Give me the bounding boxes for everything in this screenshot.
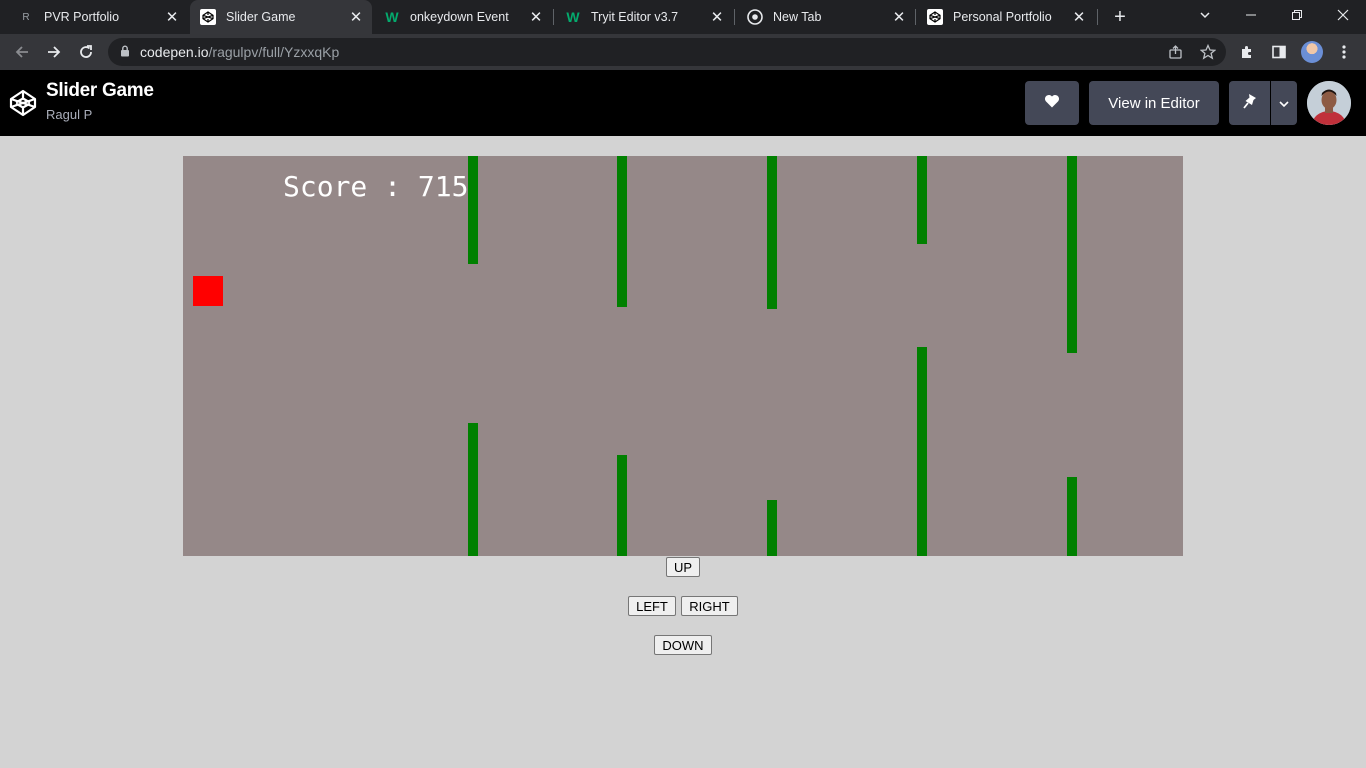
obstacle-pipe-bottom bbox=[917, 347, 927, 556]
share-icon[interactable] bbox=[1166, 42, 1186, 62]
tab-tryit-editor[interactable]: W Tryit Editor v3.7 ✕ bbox=[555, 0, 733, 34]
tab-pvr-portfolio[interactable]: R PVR Portfolio ✕ bbox=[8, 0, 188, 34]
codepen-favicon-icon bbox=[927, 9, 943, 25]
close-tab-icon[interactable]: ✕ bbox=[709, 9, 725, 26]
tab-separator bbox=[734, 9, 735, 25]
pin-icon bbox=[1242, 93, 1257, 113]
generic-favicon-icon: R bbox=[22, 11, 30, 23]
restore-icon[interactable] bbox=[1274, 0, 1320, 30]
tab-slider-game[interactable]: Slider Game ✕ bbox=[190, 0, 372, 34]
right-button[interactable]: RIGHT bbox=[681, 596, 738, 616]
obstacle-pipe-top bbox=[1067, 156, 1077, 353]
close-tab-icon[interactable]: ✕ bbox=[1071, 9, 1087, 26]
obstacle-pipe-bottom bbox=[767, 500, 777, 556]
heart-icon bbox=[1044, 94, 1060, 112]
pen-author[interactable]: Ragul P bbox=[46, 107, 92, 122]
player-block bbox=[193, 276, 223, 306]
tab-new-tab[interactable]: New Tab ✕ bbox=[737, 0, 915, 34]
obstacle-pipe-top bbox=[617, 156, 627, 307]
close-tab-icon[interactable]: ✕ bbox=[164, 9, 180, 26]
close-window-icon[interactable] bbox=[1320, 0, 1366, 30]
codepen-favicon-icon bbox=[200, 9, 216, 25]
close-tab-icon[interactable]: ✕ bbox=[528, 9, 544, 26]
obstacle-pipe-top bbox=[468, 156, 478, 264]
pin-button[interactable] bbox=[1229, 81, 1270, 125]
tab-title: onkeydown Event bbox=[410, 10, 509, 24]
obstacle-pipe-bottom bbox=[617, 455, 627, 556]
side-panel-icon[interactable] bbox=[1268, 41, 1290, 63]
reload-icon[interactable] bbox=[72, 38, 100, 66]
tab-onkeydown-event[interactable]: W onkeydown Event ✕ bbox=[374, 0, 552, 34]
back-icon[interactable] bbox=[8, 38, 36, 66]
tab-search-icon[interactable] bbox=[1182, 0, 1228, 30]
tab-title: Slider Game bbox=[226, 10, 296, 24]
pin-dropdown-button[interactable] bbox=[1271, 81, 1297, 125]
obstacle-pipe-top bbox=[917, 156, 927, 244]
obstacle-pipe-bottom bbox=[468, 423, 478, 556]
pen-title: Slider Game bbox=[46, 80, 154, 101]
game-canvas: Score : 715 bbox=[183, 156, 1183, 556]
tab-title: Tryit Editor v3.7 bbox=[591, 10, 679, 24]
tab-personal-portfolio[interactable]: Personal Portfolio ✕ bbox=[917, 0, 1095, 34]
close-tab-icon[interactable]: ✕ bbox=[348, 9, 364, 26]
tab-title: New Tab bbox=[773, 10, 822, 24]
chrome-favicon-icon bbox=[747, 9, 763, 25]
url-text: codepen.io/ragulpv/full/YzxxqKp bbox=[140, 44, 340, 60]
like-button[interactable] bbox=[1025, 81, 1079, 125]
chevron-down-icon bbox=[1279, 95, 1289, 112]
down-button[interactable]: DOWN bbox=[654, 635, 712, 655]
bookmark-star-icon[interactable] bbox=[1198, 42, 1218, 62]
codepen-logo-icon[interactable] bbox=[8, 88, 38, 118]
up-button[interactable]: UP bbox=[666, 557, 700, 577]
tab-title: PVR Portfolio bbox=[44, 10, 120, 24]
new-tab-button[interactable]: + bbox=[1108, 5, 1132, 29]
forward-icon[interactable] bbox=[40, 38, 68, 66]
browser-profile-avatar[interactable] bbox=[1301, 41, 1323, 63]
left-button[interactable]: LEFT bbox=[628, 596, 676, 616]
tab-separator bbox=[915, 9, 916, 25]
w3schools-favicon-icon: W bbox=[566, 9, 580, 25]
address-bar[interactable]: codepen.io/ragulpv/full/YzxxqKp bbox=[108, 38, 1226, 66]
tab-separator bbox=[553, 9, 554, 25]
score-display: Score : 715 bbox=[283, 170, 469, 203]
obstacle-pipe-bottom bbox=[1067, 477, 1077, 556]
minimize-icon[interactable] bbox=[1228, 0, 1274, 30]
lock-icon bbox=[120, 45, 130, 60]
extensions-icon[interactable] bbox=[1236, 41, 1258, 63]
obstacle-pipe-top bbox=[767, 156, 777, 309]
user-avatar[interactable] bbox=[1307, 81, 1351, 125]
more-menu-icon[interactable] bbox=[1333, 41, 1355, 63]
tab-separator bbox=[1097, 9, 1098, 25]
view-in-editor-button[interactable]: View in Editor bbox=[1089, 81, 1219, 125]
w3schools-favicon-icon: W bbox=[385, 9, 399, 25]
tab-title: Personal Portfolio bbox=[953, 10, 1052, 24]
close-tab-icon[interactable]: ✕ bbox=[891, 9, 907, 26]
